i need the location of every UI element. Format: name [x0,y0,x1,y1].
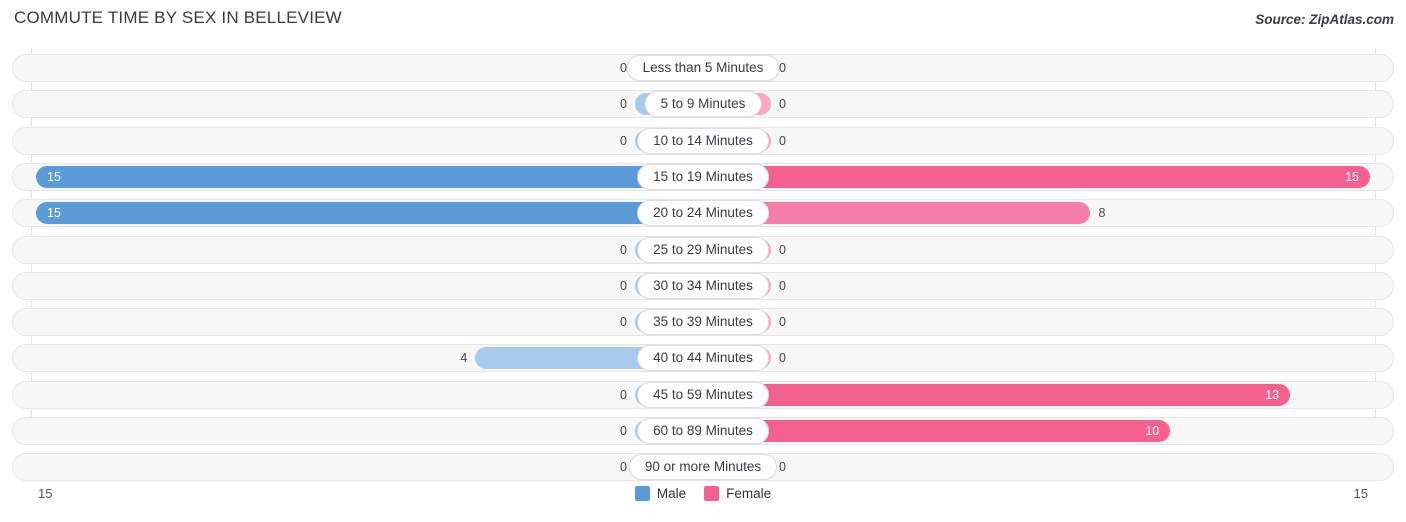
value-label-male: 0 [620,424,627,438]
category-label: 45 to 59 Minutes [637,381,769,408]
legend-item-male[interactable]: Male [634,486,687,501]
legend-swatch-female-icon [704,486,720,501]
category-label: Less than 5 Minutes [626,55,780,81]
bar-female[interactable]: 13 [703,383,1291,406]
value-label-male: 0 [620,242,627,257]
value-label-male: 0 [620,460,627,475]
bar-male[interactable]: 15 [36,202,703,225]
table-row[interactable]: 0 0 25 to 29 Minutes [12,235,1394,264]
category-label: 30 to 34 Minutes [637,272,769,299]
value-label-female: 15 [1345,169,1359,184]
value-label-female: 0 [779,351,786,366]
table-row[interactable]: 0 0 90 or more Minutes [12,453,1394,482]
value-label-female: 8 [1098,206,1106,221]
value-label-female: 0 [779,278,786,293]
value-label-male: 0 [620,97,627,112]
bar-female[interactable]: 15 [703,165,1370,188]
chart-plot-area: 0 0 Less than 5 Minutes 0 0 5 to 9 Minutes 0 0 1… [0,48,1406,486]
value-label-male: 0 [620,315,627,330]
value-label-female: 0 [779,242,786,257]
page-title: COMMUTE TIME BY SEX IN BELLEVIEW [14,8,342,27]
table-row[interactable]: 0 0 Less than 5 Minutes [12,54,1394,82]
category-label: 10 to 14 Minutes [637,127,769,154]
legend-item-female[interactable]: Female [704,486,771,501]
value-label-male: 15 [47,206,61,221]
table-row[interactable]: 15 8 20 to 24 Minutes [12,199,1394,228]
table-row[interactable]: 0 0 5 to 9 Minutes [12,90,1394,119]
category-label: 25 to 29 Minutes [637,236,769,263]
source-attribution: Source: ZipAtlas.com [1255,12,1394,27]
value-label-female: 13 [1265,387,1280,402]
value-label-male: 0 [620,133,627,148]
value-label-male: 15 [47,169,61,184]
value-label-female: 0 [779,97,786,112]
table-row[interactable]: 0 0 35 to 39 Minutes [12,308,1394,337]
table-row[interactable]: 10 0 60 to 89 Minutes [12,417,1394,445]
value-label-female: 0 [779,315,786,330]
value-label-female: 0 [779,61,786,75]
value-label-female: 0 [779,133,786,148]
category-label: 5 to 9 Minutes [644,91,762,118]
value-label-female: 0 [779,460,786,475]
table-row[interactable]: 0 0 10 to 14 Minutes [12,126,1394,155]
bar-male[interactable]: 15 [36,165,703,188]
category-label: 40 to 44 Minutes [637,345,769,372]
value-label-male: 4 [460,351,468,366]
value-label-male: 0 [620,278,627,293]
legend-label-female: Female [726,486,772,501]
category-label: 35 to 39 Minutes [637,309,769,336]
chart-legend: Male Female [0,486,1406,501]
value-label-female: 10 [1145,424,1160,438]
value-label-male: 0 [620,387,627,402]
legend-label-male: Male [656,486,687,501]
category-label: 15 to 19 Minutes [637,163,769,190]
table-row[interactable]: 15 15 15 to 19 Minutes [12,162,1394,191]
category-label: 60 to 89 Minutes [637,418,769,444]
category-label: 20 to 24 Minutes [637,200,769,227]
bar-female[interactable]: 10 [703,420,1171,442]
table-row[interactable]: 13 0 45 to 59 Minutes [12,380,1394,409]
category-label: 90 or more Minutes [628,454,778,481]
legend-swatch-male-icon [634,486,650,501]
table-row[interactable]: 4 0 40 to 44 Minutes [12,344,1394,373]
table-row[interactable]: 0 0 30 to 34 Minutes [12,271,1394,300]
